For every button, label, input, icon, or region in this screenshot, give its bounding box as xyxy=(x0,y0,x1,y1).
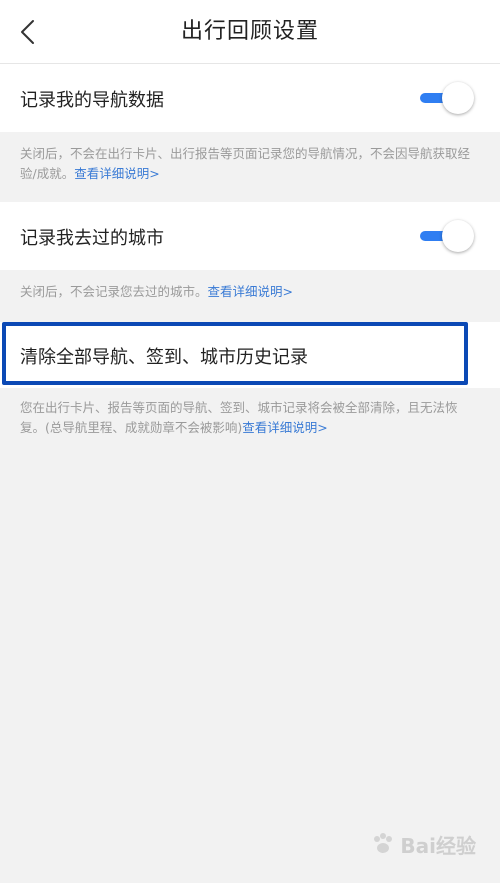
toggle-knob xyxy=(442,82,474,114)
watermark-text: Bai经验 xyxy=(400,833,476,858)
setting-label: 记录我的导航数据 xyxy=(20,90,164,111)
watermark-logo: Bai经验 xyxy=(336,825,476,863)
setting-label: 记录我去过的城市 xyxy=(20,228,164,249)
details-link[interactable]: 查看详细说明> xyxy=(242,420,327,435)
page-title: 出行回顾设置 xyxy=(180,19,319,44)
description-text: 关闭后，不会记录您去过的城市。 xyxy=(20,284,208,299)
clear-history-description: 您在出行卡片、报告等页面的导航、签到、城市记录将会被全部清除，且无法恢复。(总导… xyxy=(20,398,482,438)
paw-icon xyxy=(374,833,393,853)
setting-row-visited-cities[interactable]: 记录我去过的城市 xyxy=(0,202,500,270)
clear-history-label: 清除全部导航、签到、城市历史记录 xyxy=(20,347,308,368)
setting-description: 关闭后，不会记录您去过的城市。查看详细说明> xyxy=(20,282,482,302)
top-bar: 出行回顾设置 xyxy=(0,0,500,64)
setting-row-navigation-data[interactable]: 记录我的导航数据 xyxy=(0,64,500,132)
details-link[interactable]: 查看详细说明> xyxy=(74,166,159,181)
toggle-knob xyxy=(442,220,474,252)
visited-cities-toggle[interactable] xyxy=(420,220,474,252)
details-link[interactable]: 查看详细说明> xyxy=(208,284,293,299)
clear-history-row[interactable]: 清除全部导航、签到、城市历史记录 xyxy=(0,322,500,388)
navigation-data-toggle[interactable] xyxy=(420,82,474,114)
description-text: 您在出行卡片、报告等页面的导航、签到、城市记录将会被全部清除，且无法恢复。(总导… xyxy=(20,400,458,435)
setting-description: 关闭后，不会在出行卡片、出行报告等页面记录您的导航情况，不会因导航获取经验/成就… xyxy=(20,144,482,184)
